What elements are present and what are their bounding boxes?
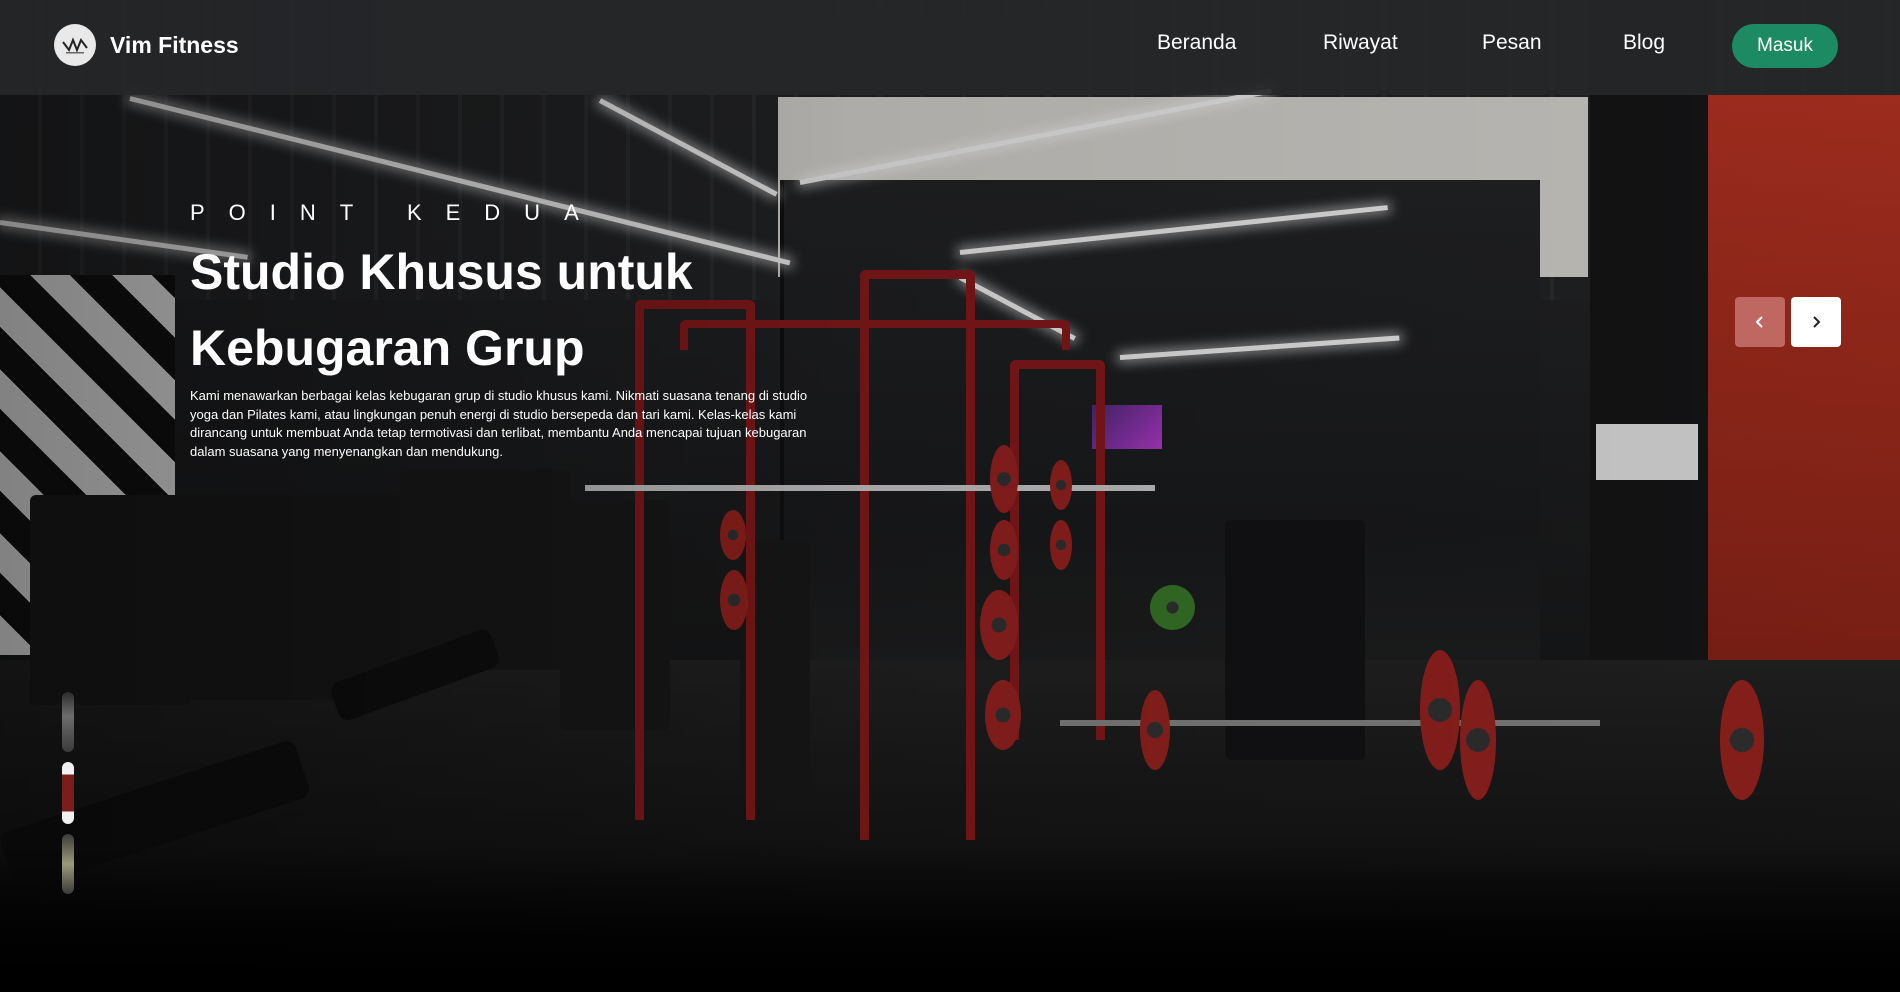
carousel-thumbnail[interactable] <box>62 692 74 752</box>
brand[interactable]: Vim Fitness <box>54 24 239 66</box>
nav-riwayat[interactable]: Riwayat <box>1323 31 1398 55</box>
carousel-prev-button[interactable] <box>1735 297 1785 347</box>
hero-title: Studio Khusus untuk Kebugaran Grup <box>190 244 693 376</box>
hero-eyebrow: POINT KEDUA <box>190 200 603 225</box>
vim-fitness-logo-icon <box>54 24 96 66</box>
chevron-right-icon <box>1813 316 1821 328</box>
top-navbar: Vim Fitness Beranda Riwayat Pesan Blog M… <box>0 0 1900 95</box>
chevron-left-icon <box>1755 316 1763 328</box>
hero-description: Kami menawarkan berbagai kelas kebugaran… <box>190 388 808 459</box>
carousel-thumbnails <box>62 692 74 894</box>
brand-name: Vim Fitness <box>110 31 239 58</box>
nav-beranda[interactable]: Beranda <box>1157 31 1236 55</box>
carousel-thumbnail-active[interactable] <box>62 762 74 824</box>
nav-blog[interactable]: Blog <box>1623 31 1665 55</box>
carousel-next-button[interactable] <box>1791 297 1841 347</box>
hero-content: POINT KEDUA Studio Khusus untuk Kebugara… <box>190 200 830 461</box>
hero-background-image <box>0 0 1900 992</box>
login-button[interactable]: Masuk <box>1732 24 1838 68</box>
nav-pesan[interactable]: Pesan <box>1482 31 1542 55</box>
carousel-thumbnail[interactable] <box>62 834 74 894</box>
